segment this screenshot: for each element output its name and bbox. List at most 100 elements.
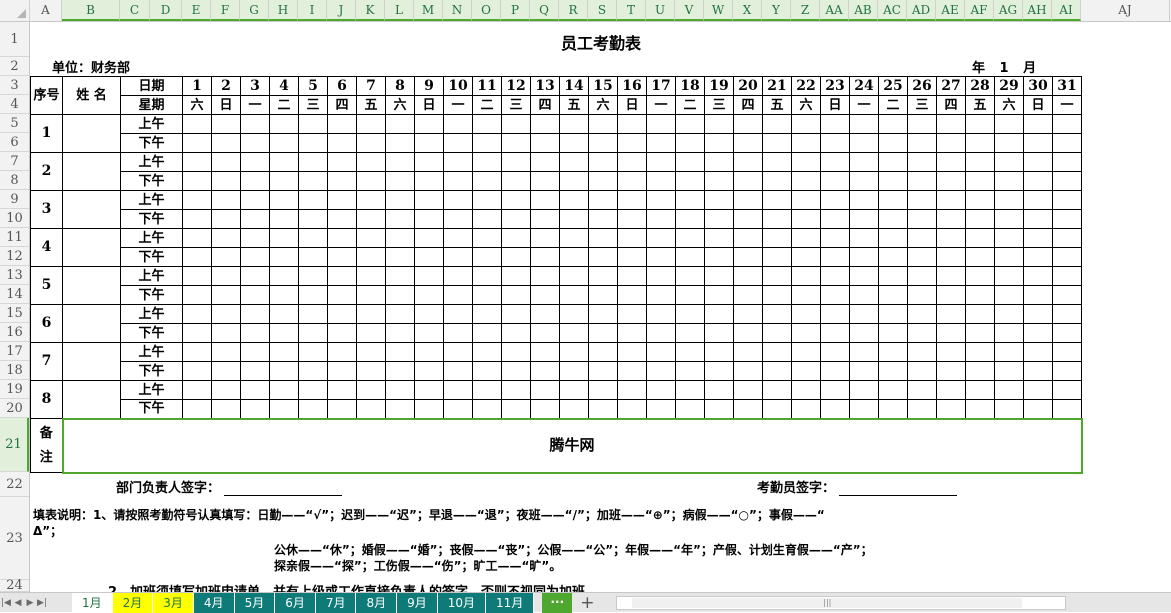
attendance-cell[interactable] [588,114,618,134]
attendance-cell[interactable] [907,190,937,210]
attendance-cell[interactable] [704,323,734,343]
attendance-cell[interactable] [269,323,299,343]
attendance-cell[interactable] [443,399,473,419]
sheet-tab[interactable]: 1月 [72,592,113,613]
attendance-cell[interactable] [994,342,1024,362]
attendance-cell[interactable] [1052,342,1082,362]
attendance-cell[interactable] [820,323,850,343]
attendance-cell[interactable] [182,171,212,191]
attendance-cell[interactable] [675,285,705,305]
attendance-cell[interactable] [327,190,357,210]
attendance-cell[interactable] [762,247,792,267]
attendance-cell[interactable] [849,171,879,191]
attendance-cell[interactable] [820,228,850,248]
attendance-cell[interactable] [1023,114,1053,134]
attendance-cell[interactable] [1023,380,1053,400]
row-header[interactable]: 13 [0,266,29,285]
attendance-cell[interactable] [675,228,705,248]
row-header[interactable]: 19 [0,380,29,399]
attendance-cell[interactable] [849,323,879,343]
row-header[interactable]: 20 [0,399,29,418]
attendance-cell[interactable] [646,190,676,210]
attendance-cell[interactable] [878,171,908,191]
row-header[interactable]: 16 [0,323,29,342]
attendance-cell[interactable] [588,228,618,248]
attendance-cell[interactable] [182,380,212,400]
attendance-cell[interactable] [443,342,473,362]
attendance-cell[interactable] [646,304,676,324]
attendance-cell[interactable] [298,228,328,248]
row-header[interactable]: 21 [0,418,29,472]
attendance-cell[interactable] [269,152,299,172]
attendance-cell[interactable] [733,323,763,343]
attendance-cell[interactable] [298,342,328,362]
attendance-cell[interactable] [182,399,212,419]
next-sheet-icon[interactable]: ▶ [24,598,36,608]
attendance-cell[interactable] [617,171,647,191]
row-header[interactable]: 9 [0,190,29,209]
attendance-cell[interactable] [791,114,821,134]
attendance-cell[interactable] [675,361,705,381]
employee-name-cell[interactable] [62,266,121,305]
attendance-cell[interactable] [327,171,357,191]
attendance-cell[interactable] [588,152,618,172]
attendance-cell[interactable] [1052,323,1082,343]
attendance-cell[interactable] [385,266,415,286]
attendance-cell[interactable] [269,380,299,400]
attendance-cell[interactable] [414,133,444,153]
attendance-cell[interactable] [385,304,415,324]
attendance-cell[interactable] [211,380,241,400]
attendance-cell[interactable] [240,114,270,134]
attendance-cell[interactable] [559,342,589,362]
attendance-cell[interactable] [472,266,502,286]
attendance-cell[interactable] [617,114,647,134]
attendance-cell[interactable] [994,114,1024,134]
attendance-cell[interactable] [240,361,270,381]
attendance-cell[interactable] [559,285,589,305]
attendance-cell[interactable] [733,228,763,248]
attendance-cell[interactable] [675,399,705,419]
attendance-cell[interactable] [704,399,734,419]
attendance-cell[interactable] [211,361,241,381]
attendance-cell[interactable] [182,209,212,229]
attendance-cell[interactable] [472,133,502,153]
row-header[interactable]: 24 [0,578,29,593]
attendance-cell[interactable] [211,133,241,153]
attendance-cell[interactable] [269,342,299,362]
attendance-cell[interactable] [1023,399,1053,419]
column-header[interactable]: E [182,0,211,21]
attendance-cell[interactable] [298,247,328,267]
attendance-cell[interactable] [733,152,763,172]
attendance-cell[interactable] [298,171,328,191]
attendance-cell[interactable] [530,266,560,286]
attendance-cell[interactable] [617,133,647,153]
attendance-cell[interactable] [472,323,502,343]
column-header[interactable]: AC [878,0,907,21]
attendance-cell[interactable] [849,361,879,381]
attendance-cell[interactable] [936,133,966,153]
column-header[interactable]: C [120,0,150,21]
attendance-cell[interactable] [617,190,647,210]
attendance-cell[interactable] [443,133,473,153]
attendance-cell[interactable] [849,285,879,305]
attendance-cell[interactable] [646,247,676,267]
attendance-cell[interactable] [588,342,618,362]
attendance-cell[interactable] [878,114,908,134]
attendance-cell[interactable] [762,171,792,191]
attendance-cell[interactable] [878,152,908,172]
attendance-cell[interactable] [298,190,328,210]
column-header[interactable]: O [472,0,501,21]
attendance-cell[interactable] [385,190,415,210]
attendance-cell[interactable] [675,152,705,172]
attendance-cell[interactable] [414,361,444,381]
attendance-cell[interactable] [791,285,821,305]
column-header[interactable]: L [385,0,414,21]
attendance-cell[interactable] [501,285,531,305]
attendance-cell[interactable] [1023,342,1053,362]
attendance-cell[interactable] [501,114,531,134]
attendance-cell[interactable] [1052,247,1082,267]
attendance-cell[interactable] [588,285,618,305]
attendance-cell[interactable] [530,228,560,248]
attendance-cell[interactable] [878,209,908,229]
attendance-cell[interactable] [1023,190,1053,210]
